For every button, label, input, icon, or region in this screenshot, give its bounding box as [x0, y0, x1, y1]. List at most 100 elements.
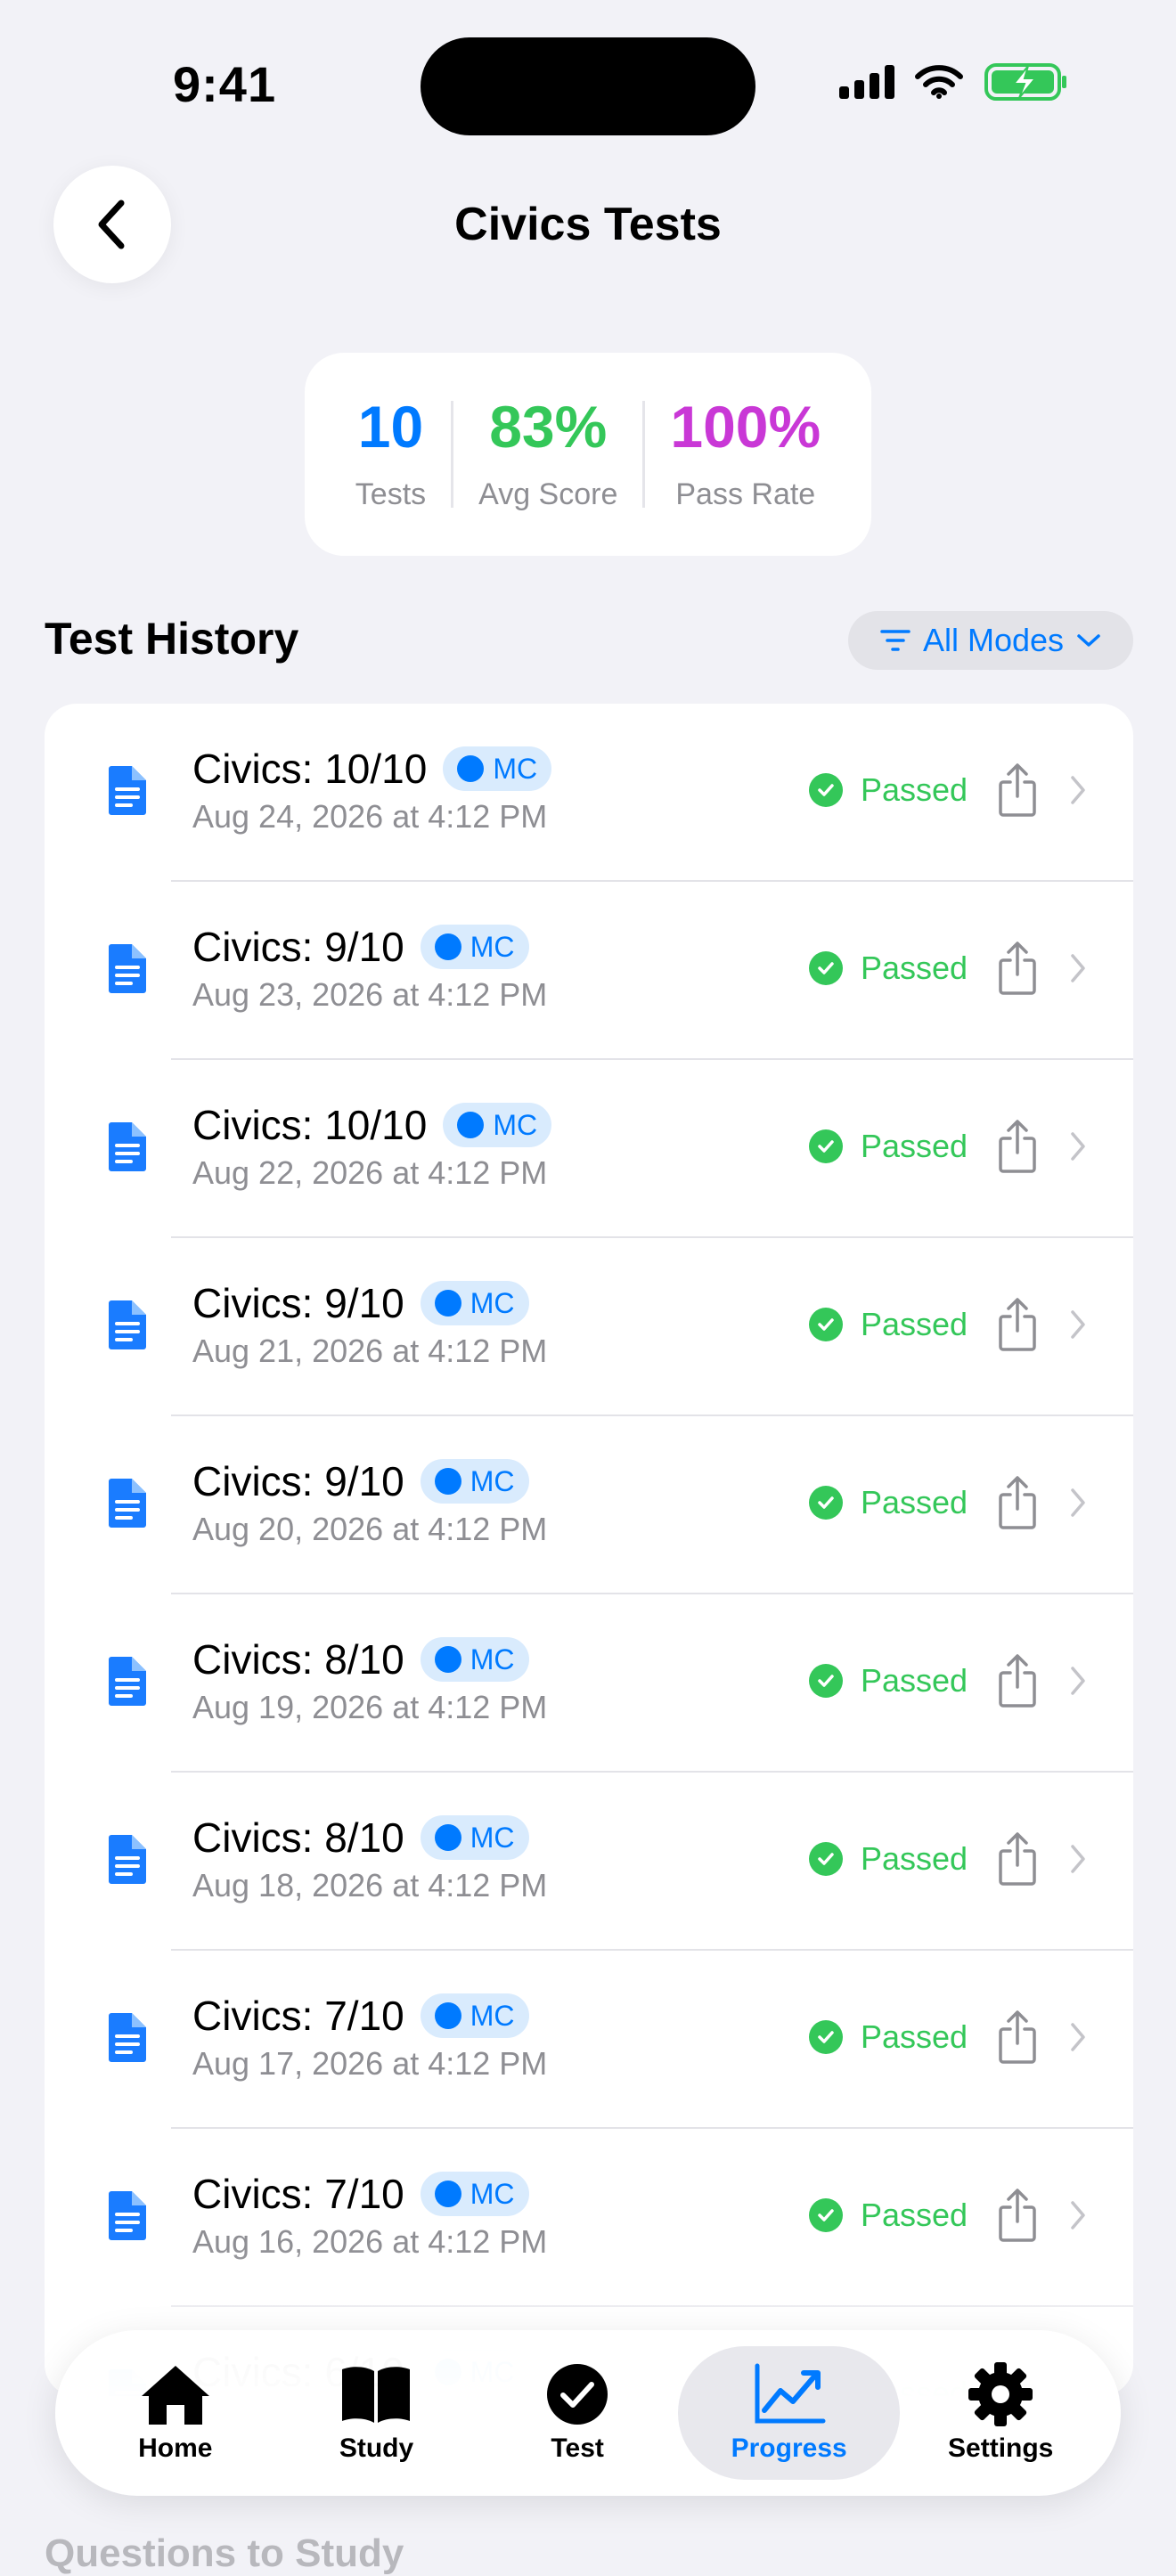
share-icon[interactable]: [998, 1653, 1037, 1713]
stat-avg-score: 83% Avg Score: [453, 397, 642, 512]
share-icon[interactable]: [998, 1119, 1037, 1178]
share-icon[interactable]: [998, 1475, 1037, 1535]
mode-label: MC: [470, 930, 515, 963]
filter-label: All Modes: [922, 622, 1065, 658]
share-icon[interactable]: [998, 2188, 1037, 2247]
test-title-line: Civics: 9/10 MC: [192, 1279, 529, 1327]
test-date: Aug 24, 2026 at 4:12 PM: [192, 798, 548, 835]
tab-settings[interactable]: Settings: [900, 2346, 1101, 2480]
mode-label: MC: [470, 1286, 515, 1319]
test-title: Civics: 9/10: [192, 1280, 404, 1326]
test-history-row[interactable]: Civics: 10/10 MC Aug 22, 2026 at 4:12 PM Pa…: [45, 1060, 1133, 1238]
status-label: Passed: [861, 1306, 968, 1342]
chevron-right-icon: [1069, 953, 1087, 988]
tab-study[interactable]: Study: [276, 2346, 478, 2480]
test-title: Civics: 10/10: [192, 1102, 428, 1148]
stat-label: Pass Rate: [675, 477, 816, 511]
status-label: Passed: [861, 2197, 968, 2233]
chart-line-icon: [755, 2363, 826, 2424]
status-badge: Passed: [809, 2018, 968, 2056]
chevron-right-icon: [1069, 1488, 1087, 1522]
document-icon: [107, 2011, 148, 2067]
share-icon[interactable]: [998, 762, 1037, 822]
mode-dot-icon: [434, 1290, 461, 1317]
cellular-signal-icon: [839, 65, 894, 99]
tab-label: Test: [551, 2433, 604, 2463]
mode-dot-icon: [434, 933, 461, 960]
stat-label: Avg Score: [478, 477, 618, 511]
mode-badge: MC: [443, 1103, 552, 1147]
test-history-row[interactable]: Civics: 10/10 MC Aug 24, 2026 at 4:12 PM Pa…: [45, 704, 1133, 882]
test-history-row[interactable]: Civics: 9/10 MC Aug 21, 2026 at 4:12 PM Pas…: [45, 1238, 1133, 1416]
status-label: Passed: [861, 1128, 968, 1164]
share-icon[interactable]: [998, 2009, 1037, 2069]
status-label: Passed: [861, 1484, 968, 1520]
status-label: Passed: [861, 771, 968, 808]
test-title-line: Civics: 7/10 MC: [192, 2170, 529, 2218]
stats-summary-card: 10 Tests 83% Avg Score 100% Pass Rate: [305, 353, 871, 556]
test-title: Civics: 8/10: [192, 1636, 404, 1683]
document-icon: [107, 1299, 148, 1355]
status-label: Passed: [861, 1662, 968, 1699]
test-title-line: Civics: 10/10 MC: [192, 745, 552, 793]
document-icon: [107, 1477, 148, 1533]
document-icon: [107, 764, 148, 820]
status-badge: Passed: [809, 950, 968, 987]
gear-icon: [968, 2362, 1033, 2426]
test-history-row[interactable]: Civics: 8/10 MC Aug 18, 2026 at 4:12 PM Pas…: [45, 1773, 1133, 1951]
stat-tests: 10 Tests: [331, 397, 451, 512]
test-date: Aug 17, 2026 at 4:12 PM: [192, 2045, 548, 2082]
document-icon: [107, 1121, 148, 1177]
checkmark-circle-icon: [809, 1664, 843, 1698]
chevron-right-icon: [1069, 2200, 1087, 2235]
page-title: Civics Tests: [454, 199, 722, 250]
document-icon: [107, 2189, 148, 2246]
test-title-line: Civics: 9/10 MC: [192, 1457, 529, 1505]
mode-dot-icon: [457, 755, 485, 782]
test-date: Aug 21, 2026 at 4:12 PM: [192, 1333, 548, 1369]
book-icon: [342, 2367, 411, 2423]
mode-badge: MC: [420, 1281, 529, 1325]
mode-badge: MC: [420, 1637, 529, 1682]
tab-home[interactable]: Home: [75, 2346, 276, 2480]
checkmark-circle-icon: [809, 1129, 843, 1163]
share-icon[interactable]: [998, 941, 1037, 1000]
chevron-right-icon: [1069, 1309, 1087, 1344]
document-icon: [107, 942, 148, 999]
mode-badge: MC: [420, 1993, 529, 2038]
test-title-line: Civics: 8/10 MC: [192, 1635, 529, 1683]
mode-label: MC: [470, 1999, 515, 2032]
mode-dot-icon: [434, 2181, 461, 2207]
tab-test[interactable]: Test: [477, 2346, 678, 2480]
test-title: Civics: 9/10: [192, 1458, 404, 1504]
mode-filter-button[interactable]: All Modes: [848, 611, 1133, 670]
mode-badge: MC: [420, 925, 529, 969]
test-history-row[interactable]: Civics: 7/10 MC Aug 17, 2026 at 4:12 PM Pas…: [45, 1951, 1133, 2129]
checkmark-circle-icon: [809, 2020, 843, 2054]
mode-dot-icon: [434, 1468, 461, 1495]
mode-label: MC: [470, 1464, 515, 1497]
checkmark-circle-icon: [809, 773, 843, 807]
tab-progress[interactable]: Progress: [677, 2346, 901, 2480]
house-icon: [141, 2366, 209, 2425]
mode-dot-icon: [457, 1112, 485, 1138]
mode-label: MC: [470, 1643, 515, 1675]
share-icon[interactable]: [998, 1297, 1037, 1357]
test-history-row[interactable]: Civics: 9/10 MC Aug 23, 2026 at 4:12 PM Pas…: [45, 882, 1133, 1060]
mode-badge: MC: [420, 1459, 529, 1504]
share-icon[interactable]: [998, 1831, 1037, 1891]
status-icons: [839, 62, 1069, 102]
test-date: Aug 23, 2026 at 4:12 PM: [192, 976, 548, 1013]
stat-label: Tests: [355, 477, 427, 511]
document-icon: [107, 1655, 148, 1711]
section-title: Test History: [45, 614, 299, 664]
chevron-right-icon: [1069, 1844, 1087, 1879]
test-history-row[interactable]: Civics: 9/10 MC Aug 20, 2026 at 4:12 PM Pas…: [45, 1416, 1133, 1594]
test-history-row[interactable]: Civics: 8/10 MC Aug 19, 2026 at 4:12 PM Pas…: [45, 1594, 1133, 1773]
status-bar: 9:41: [0, 0, 1176, 169]
document-icon: [107, 1833, 148, 1889]
mode-dot-icon: [434, 1646, 461, 1673]
test-title: Civics: 10/10: [192, 746, 428, 792]
status-label: Passed: [861, 1840, 968, 1877]
checkmark-circle-icon: [809, 1486, 843, 1520]
